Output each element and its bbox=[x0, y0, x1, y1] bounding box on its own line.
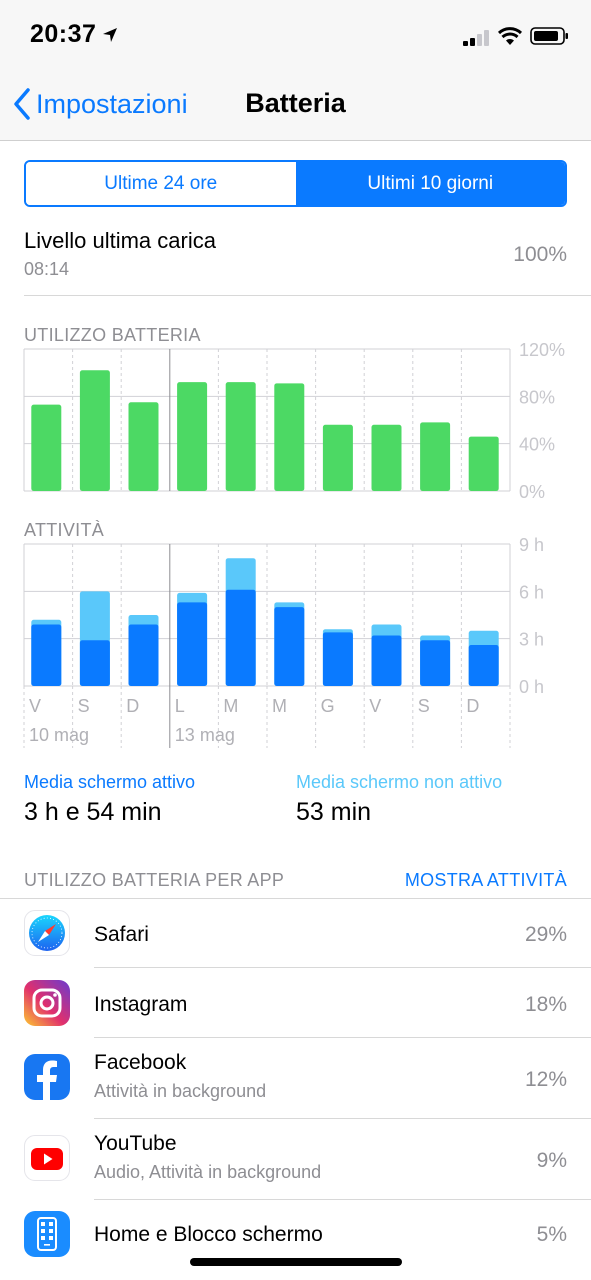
app-subtitle: Attività in background bbox=[94, 1081, 267, 1101]
instagram-icon bbox=[24, 980, 70, 1026]
screen-on-bar bbox=[420, 640, 451, 686]
y-tick-label: 120% bbox=[519, 340, 565, 360]
app-name: Home e Blocco schermo bbox=[94, 1223, 323, 1246]
x-tick-label: M bbox=[272, 696, 287, 716]
screen-on-bar bbox=[468, 644, 499, 686]
status-time: 20:37 bbox=[30, 20, 97, 48]
signal-icon bbox=[463, 30, 489, 46]
x-tick-label: S bbox=[78, 696, 90, 716]
screen-on-bar bbox=[371, 635, 402, 686]
y-tick-label: 3 h bbox=[519, 630, 544, 650]
divider bbox=[94, 1118, 591, 1119]
x-tick-label: D bbox=[466, 696, 479, 716]
x-tick-label: L bbox=[175, 696, 185, 716]
screen-off-average-value: 53 min bbox=[296, 798, 372, 826]
date-label: 13 mag bbox=[175, 725, 235, 745]
app-name: Safari bbox=[94, 923, 149, 946]
screen-off-average-label: Media schermo non attivo bbox=[296, 772, 503, 792]
battery-bar bbox=[371, 424, 402, 491]
app-subtitle: Audio, Attività in background bbox=[94, 1162, 322, 1182]
y-tick-label: 0% bbox=[519, 482, 545, 500]
app-row-youtube[interactable]: YouTube Audio, Attività in background 9% bbox=[0, 1120, 591, 1200]
y-tick-label: 80% bbox=[519, 387, 555, 407]
battery-bar bbox=[177, 382, 208, 491]
battery-bar bbox=[322, 424, 353, 491]
divider bbox=[94, 1199, 591, 1200]
app-name: YouTube bbox=[94, 1132, 177, 1155]
screen-on-average-label: Media schermo attivo bbox=[24, 772, 196, 792]
app-row-instagram[interactable]: Instagram 18% bbox=[0, 969, 591, 1038]
battery-usage-chart: 120% 80% 40% 0% bbox=[23, 340, 565, 500]
screen-on-bar bbox=[225, 589, 256, 686]
home-indicator[interactable] bbox=[190, 1258, 402, 1266]
app-row-facebook[interactable]: Facebook Attività in background 12% bbox=[0, 1039, 591, 1119]
show-activity-button[interactable]: MOSTRA ATTIVITÀ bbox=[405, 870, 567, 891]
date-label: 10 mag bbox=[29, 725, 89, 745]
app-name: Facebook bbox=[94, 1051, 187, 1074]
battery-bar bbox=[468, 436, 499, 491]
screen-on-bar bbox=[79, 640, 110, 686]
x-tick-label: M bbox=[223, 696, 238, 716]
app-percentage: 12% bbox=[524, 1068, 567, 1091]
y-tick-label: 6 h bbox=[519, 582, 544, 602]
app-percentage: 5% bbox=[536, 1223, 567, 1246]
safari-icon bbox=[24, 910, 70, 956]
location-icon bbox=[103, 28, 117, 42]
wifi-icon bbox=[497, 27, 523, 45]
time-range-segmented-control: Ultime 24 ore Ultimi 10 giorni bbox=[24, 160, 567, 207]
screen-on-average-value: 3 h e 54 min bbox=[24, 798, 162, 826]
x-tick-label: V bbox=[29, 696, 41, 716]
battery-bar bbox=[274, 383, 305, 491]
app-percentage: 29% bbox=[524, 923, 567, 946]
home-lock-icon bbox=[24, 1211, 70, 1257]
battery-bar bbox=[31, 404, 62, 491]
app-row-safari[interactable]: Safari 29% bbox=[0, 899, 591, 968]
app-percentage: 9% bbox=[536, 1149, 567, 1172]
battery-bar bbox=[420, 422, 451, 491]
screen-on-bar bbox=[31, 624, 62, 686]
per-app-section-title: UTILIZZO BATTERIA PER APP bbox=[24, 870, 285, 890]
facebook-icon bbox=[24, 1054, 70, 1100]
app-percentage: 18% bbox=[524, 993, 567, 1016]
y-tick-label: 40% bbox=[519, 435, 555, 455]
segment-last-10-days[interactable]: Ultimi 10 giorni bbox=[295, 162, 565, 205]
x-tick-label: S bbox=[418, 696, 430, 716]
battery-bar bbox=[79, 370, 110, 491]
page-title: Batteria bbox=[245, 88, 346, 118]
screen-on-bar bbox=[128, 624, 159, 686]
last-charge-value: 100% bbox=[513, 243, 567, 266]
app-name: Instagram bbox=[94, 993, 188, 1016]
last-charge-title: Livello ultima carica bbox=[24, 228, 216, 253]
screen-on-bar bbox=[274, 607, 305, 686]
divider bbox=[94, 967, 591, 968]
x-tick-label: V bbox=[369, 696, 381, 716]
x-tick-label: D bbox=[126, 696, 139, 716]
battery-bar bbox=[128, 402, 159, 491]
battery-status-icon bbox=[530, 27, 568, 45]
divider bbox=[24, 295, 591, 296]
activity-chart: 9 h 6 h 3 h 0 h V S D L M M G V S D 10 mag 13 mag bbox=[23, 535, 544, 748]
x-tick-label: G bbox=[321, 696, 335, 716]
y-tick-label: 9 h bbox=[519, 535, 544, 555]
last-charge-time: 08:14 bbox=[24, 259, 70, 279]
segment-last-24-hours[interactable]: Ultime 24 ore bbox=[26, 162, 296, 205]
screen-on-bar bbox=[177, 602, 208, 686]
battery-bar bbox=[225, 382, 256, 491]
screen-on-bar bbox=[322, 632, 353, 686]
divider bbox=[94, 1037, 591, 1038]
youtube-icon bbox=[24, 1135, 70, 1181]
y-tick-label: 0 h bbox=[519, 677, 544, 697]
